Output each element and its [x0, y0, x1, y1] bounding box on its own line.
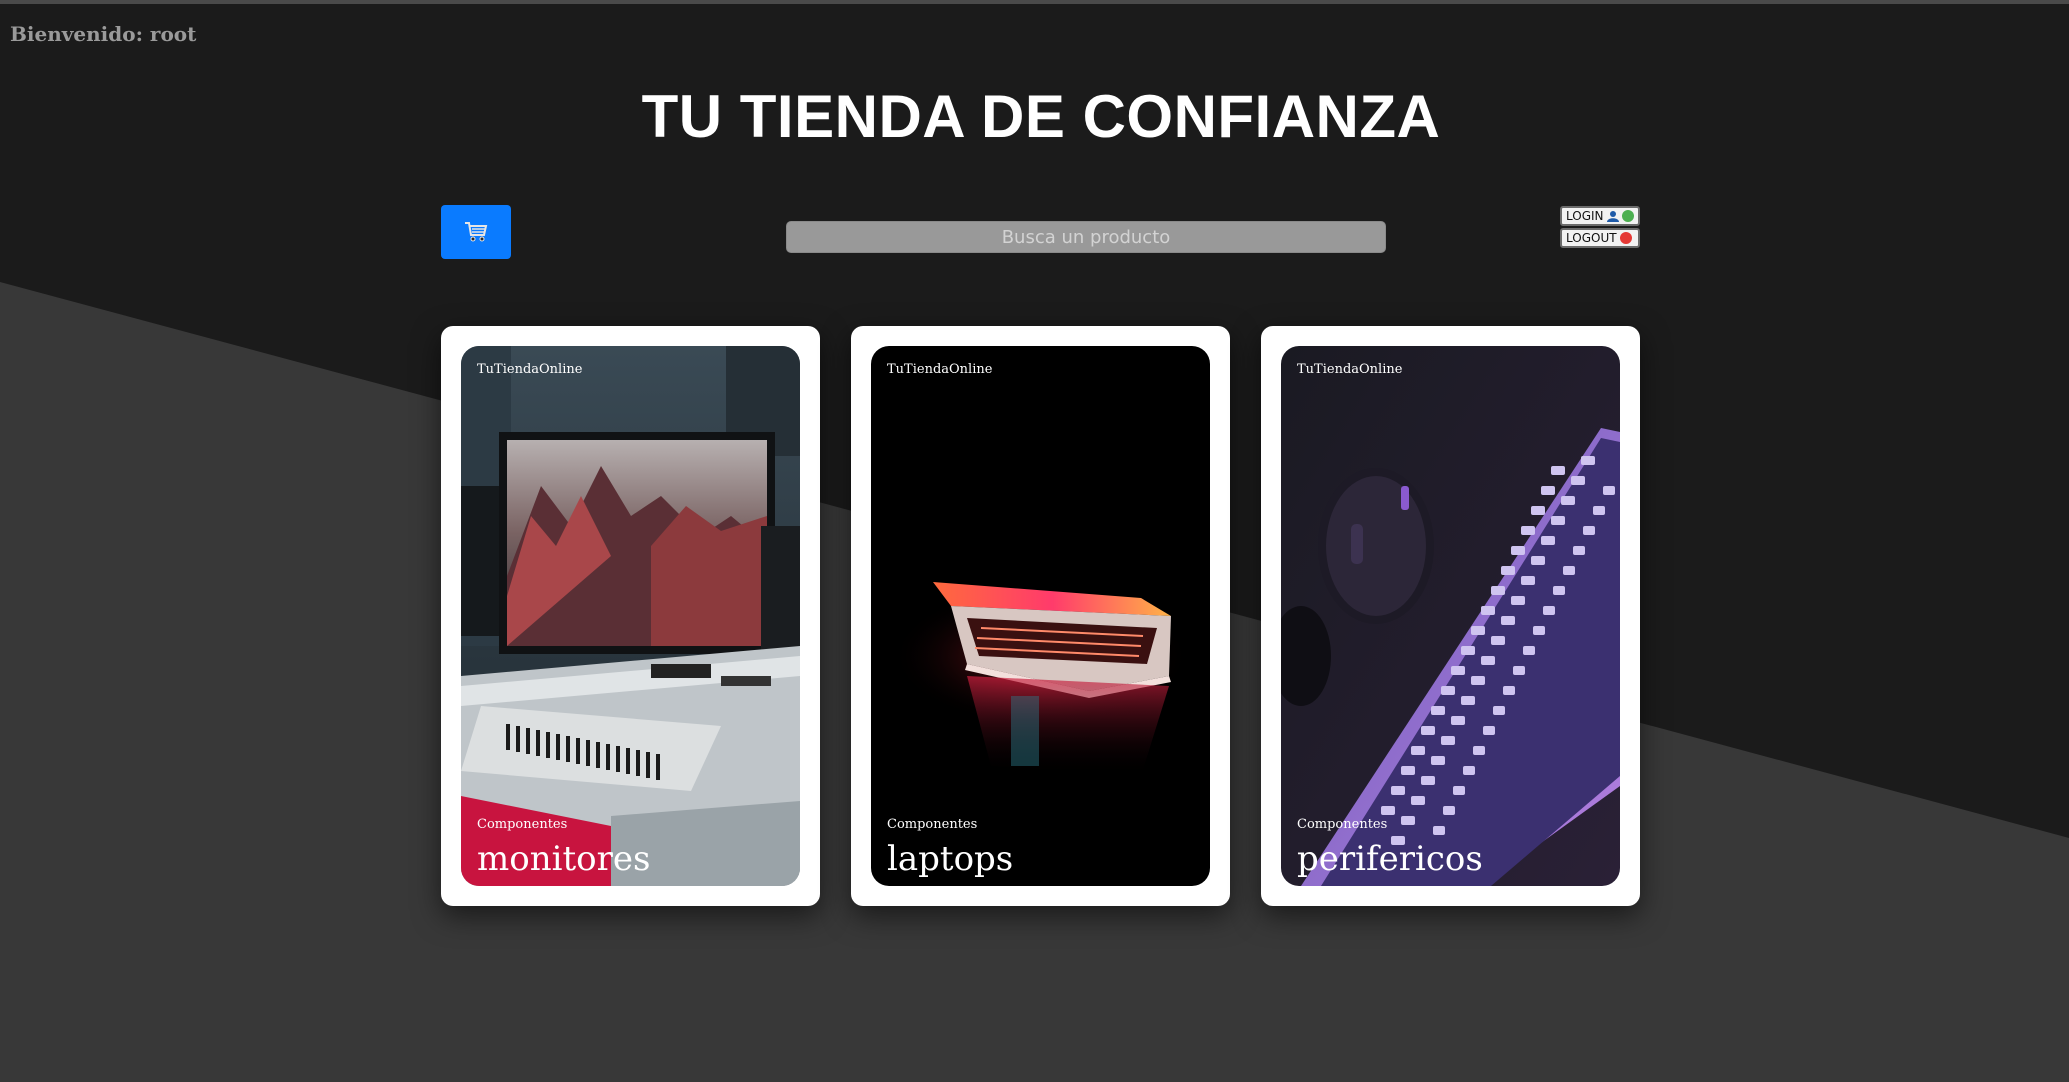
logout-label: LOGOUT	[1566, 231, 1617, 245]
category-card-laptops[interactable]: TuTiendaOnline Componentes laptops	[851, 326, 1230, 906]
card-category: Componentes	[887, 817, 978, 832]
search-input[interactable]	[786, 221, 1386, 253]
login-button[interactable]: LOGIN	[1560, 206, 1640, 226]
card-brand: TuTiendaOnline	[1297, 362, 1403, 377]
online-status-icon	[1621, 210, 1634, 222]
card-image-area: TuTiendaOnline Componentes monitores	[461, 346, 800, 886]
card-brand: TuTiendaOnline	[477, 362, 583, 377]
monitor-studio-image	[461, 346, 800, 886]
card-title: perifericos	[1297, 839, 1483, 879]
user-icon	[1606, 211, 1619, 222]
welcome-text: Bienvenido: root	[10, 22, 197, 46]
keyboard-mouse-image	[1281, 346, 1620, 886]
cart-button[interactable]	[441, 205, 511, 259]
page-title: TU TIENDA DE CONFIANZA	[641, 83, 1441, 150]
category-card-monitores[interactable]: TuTiendaOnline Componentes monitores	[441, 326, 820, 906]
category-card-perifericos[interactable]: TuTiendaOnline Componentes perifericos	[1261, 326, 1640, 906]
laptop-glow-image	[871, 346, 1210, 886]
card-title: laptops	[887, 839, 1014, 879]
card-title: monitores	[477, 839, 651, 879]
card-image-area: TuTiendaOnline Componentes perifericos	[1281, 346, 1620, 886]
login-label: LOGIN	[1566, 209, 1604, 223]
card-category: Componentes	[477, 817, 568, 832]
shopping-cart-icon	[465, 222, 488, 242]
card-category: Componentes	[1297, 817, 1388, 832]
logout-button[interactable]: LOGOUT	[1560, 228, 1640, 248]
card-image-area: TuTiendaOnline Componentes laptops	[871, 346, 1210, 886]
offline-status-icon	[1619, 232, 1632, 244]
card-brand: TuTiendaOnline	[887, 362, 993, 377]
